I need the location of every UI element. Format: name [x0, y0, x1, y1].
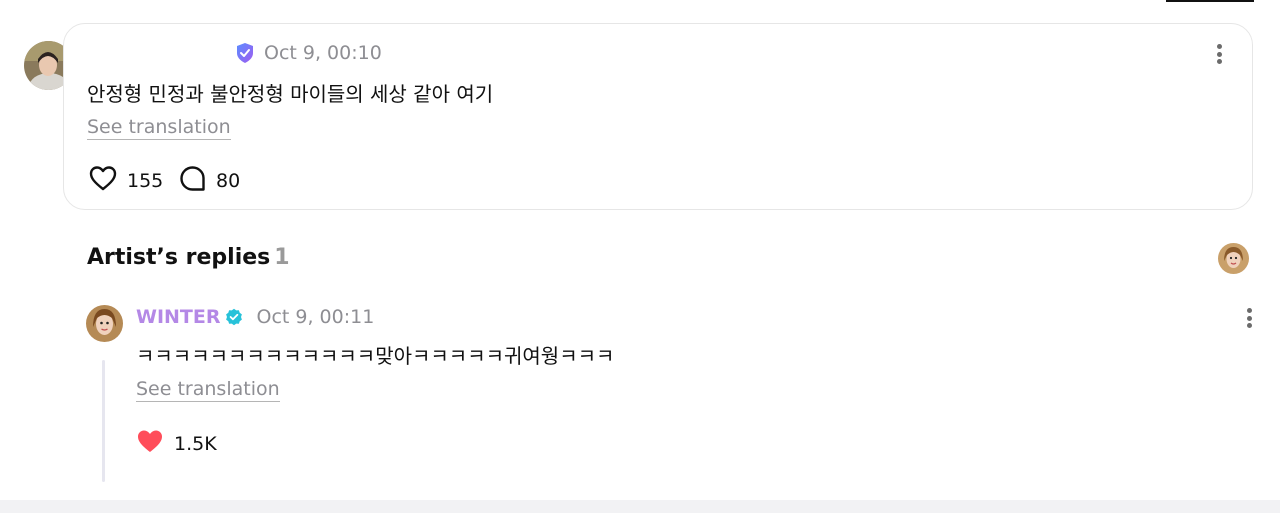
post-text: 안정형 민정과 불안정형 마이들의 세상 같아 여기 [87, 82, 494, 106]
artist-replies-title: Artist’s replies 1 [87, 245, 290, 270]
post-see-translation-link[interactable]: See translation [87, 116, 231, 140]
top-divider-line [1166, 0, 1254, 2]
more-vertical-icon [1216, 44, 1222, 49]
artist-replies-count: 1 [274, 245, 290, 270]
post-like-button[interactable]: 155 [89, 165, 163, 196]
post-like-count: 155 [127, 169, 164, 192]
reply-see-translation-link[interactable]: See translation [136, 378, 280, 402]
reply-timestamp: Oct 9, 00:11 [256, 306, 375, 328]
comment-bubble-icon [179, 165, 206, 197]
reply-author-name[interactable]: WINTER [136, 306, 221, 328]
verified-badge-icon [234, 42, 256, 64]
reply-thread-line [102, 360, 105, 482]
reply-author-avatar[interactable] [86, 305, 123, 342]
heart-icon [89, 165, 117, 196]
footer-bar [0, 500, 1280, 513]
reply-like-button[interactable]: 1.5K [136, 428, 217, 459]
reply-like-count: 1.5K [174, 432, 217, 455]
post-comment-count: 80 [216, 170, 241, 192]
post-card: Oct 9, 00:10 안정형 민정과 불안정형 마이들의 세상 같아 여기 … [63, 23, 1253, 210]
verified-badge-icon [225, 308, 243, 326]
more-vertical-icon [1246, 308, 1252, 313]
reply-text: ㅋㅋㅋㅋㅋㅋㅋㅋㅋㅋㅋㅋㅋ맞아ㅋㅋㅋㅋㅋ귀여웡ㅋㅋㅋ [136, 344, 615, 368]
reply-meta: WINTER Oct 9, 00:11 [136, 306, 374, 328]
artist-replies-label: Artist’s replies [87, 245, 271, 270]
post-timestamp: Oct 9, 00:10 [264, 42, 382, 64]
heart-icon [136, 428, 164, 459]
artist-replies-avatar[interactable] [1218, 243, 1249, 274]
post-more-button[interactable] [1207, 41, 1231, 67]
post-meta: Oct 9, 00:10 [226, 42, 382, 64]
reply-more-button[interactable] [1237, 305, 1261, 331]
post-comment-button[interactable]: 80 [179, 165, 240, 197]
